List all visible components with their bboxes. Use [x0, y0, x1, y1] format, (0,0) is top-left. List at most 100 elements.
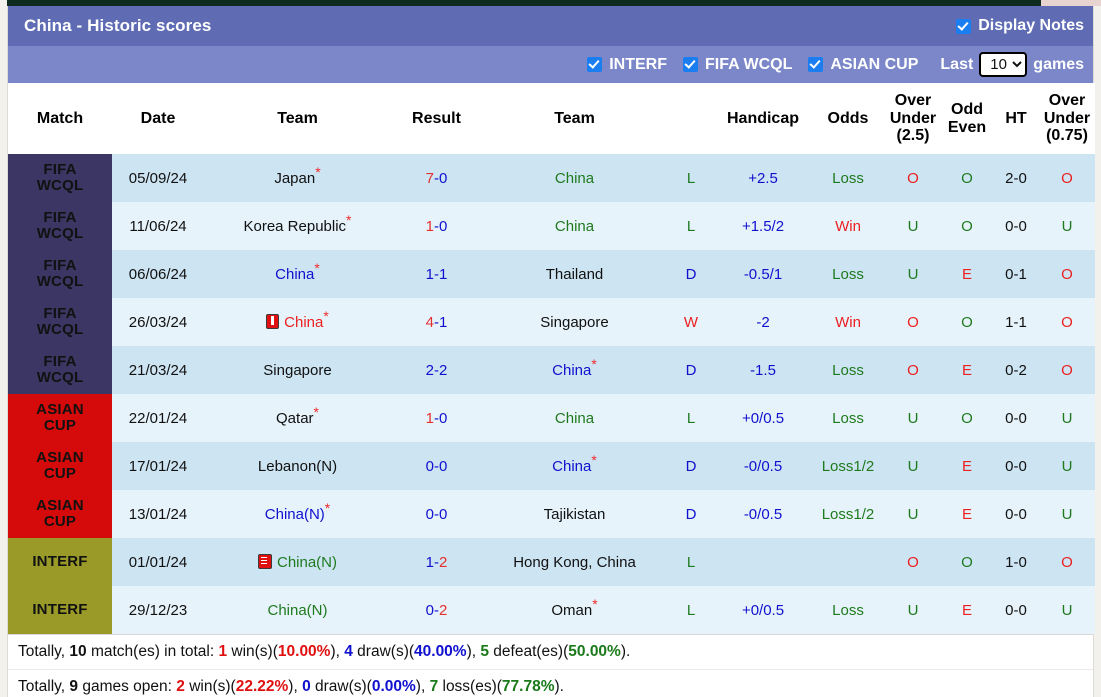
result-score-cell[interactable]: 7-0	[391, 154, 482, 202]
col-header-over-under-25: Over Under (2.5)	[885, 83, 941, 154]
open-losses-count: 7	[430, 678, 439, 695]
home-team-cell[interactable]: China*	[204, 298, 391, 346]
score-away: 1	[439, 314, 447, 331]
odd-even-cell: O	[941, 394, 993, 442]
interf-label: INTERF	[609, 56, 667, 74]
result-score-cell[interactable]: 4-1	[391, 298, 482, 346]
table-row[interactable]: INTERF29/12/23China(N)0-2Oman*L+0/0.5Los…	[8, 586, 1095, 634]
match-type-cell[interactable]: INTERF	[8, 586, 112, 634]
match-note-icon[interactable]	[258, 554, 272, 569]
table-row[interactable]: FIFAWCQL26/03/24China*4-1SingaporeW-2Win…	[8, 298, 1095, 346]
table-row[interactable]: FIFAWCQL06/06/24China*1-1ThailandD-0.5/1…	[8, 250, 1095, 298]
home-team-cell[interactable]: Lebanon(N)	[204, 442, 391, 490]
result-score-cell[interactable]: 1-0	[391, 394, 482, 442]
home-team-cell[interactable]: China(N)	[204, 538, 391, 586]
handicap-cell: +1.5/2	[715, 202, 811, 250]
handicap-cell: +2.5	[715, 154, 811, 202]
away-team-cell[interactable]: Oman*	[482, 586, 667, 634]
table-row[interactable]: ASIANCUP17/01/24Lebanon(N)0-0China*D-0/0…	[8, 442, 1095, 490]
match-type-cell[interactable]: FIFAWCQL	[8, 250, 112, 298]
odds-result-cell: Loss	[811, 250, 885, 298]
odds-result-cell: Loss1/2	[811, 490, 885, 538]
table-row[interactable]: FIFAWCQL05/09/24Japan*7-0ChinaL+2.5LossO…	[8, 154, 1095, 202]
result-score-cell[interactable]: 1-0	[391, 202, 482, 250]
historic-scores-card: China - Historic scores Display Notes IN…	[7, 6, 1094, 697]
score-home: 1	[426, 410, 434, 427]
ou25-line1: Over	[885, 92, 941, 110]
match-type-cell[interactable]: FIFAWCQL	[8, 298, 112, 346]
result-score-cell[interactable]: 0-2	[391, 586, 482, 634]
result-score-cell[interactable]: 0-0	[391, 490, 482, 538]
match-type-cell[interactable]: INTERF	[8, 538, 112, 586]
team-name: China(N)	[265, 506, 325, 523]
score-home: 0	[426, 458, 434, 475]
last-games-group: Last 510152030 games	[940, 52, 1084, 77]
filter-fifa-wcql[interactable]: FIFA WCQL	[683, 56, 792, 74]
display-notes-group[interactable]: Display Notes	[956, 17, 1084, 35]
col-header-handicap: Handicap	[715, 83, 811, 154]
handicap-cell: -0/0.5	[715, 442, 811, 490]
over-under-25-cell: U	[885, 490, 941, 538]
table-row[interactable]: INTERF01/01/24China(N)1-2Hong Kong, Chin…	[8, 538, 1095, 586]
display-notes-checkbox[interactable]	[956, 19, 971, 34]
asian-cup-label: ASIAN CUP	[830, 56, 918, 74]
interf-checkbox[interactable]	[587, 57, 602, 72]
over-under-075-cell: U	[1039, 394, 1095, 442]
score-home: 4	[426, 314, 434, 331]
defeats-count: 5	[480, 643, 489, 660]
title-bar: China - Historic scores Display Notes	[8, 6, 1093, 46]
asian-cup-checkbox[interactable]	[808, 57, 823, 72]
away-team-cell[interactable]: Hong Kong, China	[482, 538, 667, 586]
result-score-cell[interactable]: 0-0	[391, 442, 482, 490]
table-row[interactable]: FIFAWCQL21/03/24Singapore2-2China*D-1.5L…	[8, 346, 1095, 394]
home-team-cell[interactable]: Singapore	[204, 346, 391, 394]
score-away: 0	[439, 458, 447, 475]
result-score-cell[interactable]: 2-2	[391, 346, 482, 394]
away-team-cell[interactable]: China	[482, 202, 667, 250]
home-team-cell[interactable]: Qatar*	[204, 394, 391, 442]
away-team-cell[interactable]: China	[482, 394, 667, 442]
half-time-score-cell: 0-0	[993, 394, 1039, 442]
odds-result-cell: Loss	[811, 394, 885, 442]
match-date-cell: 13/01/24	[112, 490, 204, 538]
filter-asian-cup[interactable]: ASIAN CUP	[808, 56, 918, 74]
over-under-075-cell: U	[1039, 202, 1095, 250]
away-team-cell[interactable]: Singapore	[482, 298, 667, 346]
away-team-cell[interactable]: China*	[482, 442, 667, 490]
win-loss-draw-cell: L	[667, 202, 715, 250]
home-team-cell[interactable]: China(N)	[204, 586, 391, 634]
home-team-cell[interactable]: China*	[204, 250, 391, 298]
result-score-cell[interactable]: 1-2	[391, 538, 482, 586]
score-away: 1	[439, 266, 447, 283]
home-team-cell[interactable]: Japan*	[204, 154, 391, 202]
home-team-cell[interactable]: China(N)*	[204, 490, 391, 538]
match-type-cell[interactable]: FIFAWCQL	[8, 202, 112, 250]
filter-interf[interactable]: INTERF	[587, 56, 667, 74]
home-team-cell[interactable]: Korea Republic*	[204, 202, 391, 250]
away-team-cell[interactable]: Tajikistan	[482, 490, 667, 538]
away-team-cell[interactable]: China	[482, 154, 667, 202]
half-time-score-cell: 0-1	[993, 250, 1039, 298]
table-row[interactable]: ASIANCUP22/01/24Qatar*1-0ChinaL+0/0.5Los…	[8, 394, 1095, 442]
red-card-icon	[266, 314, 279, 329]
away-team-cell[interactable]: Thailand	[482, 250, 667, 298]
over-under-25-cell: U	[885, 442, 941, 490]
match-type-cell[interactable]: ASIANCUP	[8, 394, 112, 442]
handicap-cell: -0.5/1	[715, 250, 811, 298]
result-score-cell[interactable]: 1-1	[391, 250, 482, 298]
match-type-cell[interactable]: FIFAWCQL	[8, 346, 112, 394]
away-team-cell[interactable]: China*	[482, 346, 667, 394]
match-type-cell[interactable]: FIFAWCQL	[8, 154, 112, 202]
odd-even-cell: O	[941, 202, 993, 250]
score-home: 0	[426, 506, 434, 523]
team-name: Thailand	[546, 266, 604, 283]
draws-count: 4	[344, 643, 353, 660]
games-count-select[interactable]: 510152030	[979, 52, 1027, 77]
fifa-wcql-checkbox[interactable]	[683, 57, 698, 72]
handicap-cell	[715, 538, 811, 586]
match-type-cell[interactable]: ASIANCUP	[8, 442, 112, 490]
match-type-cell[interactable]: ASIANCUP	[8, 490, 112, 538]
table-row[interactable]: FIFAWCQL11/06/24Korea Republic*1-0ChinaL…	[8, 202, 1095, 250]
table-row[interactable]: ASIANCUP13/01/24China(N)*0-0TajikistanD-…	[8, 490, 1095, 538]
team-star: *	[314, 260, 319, 276]
